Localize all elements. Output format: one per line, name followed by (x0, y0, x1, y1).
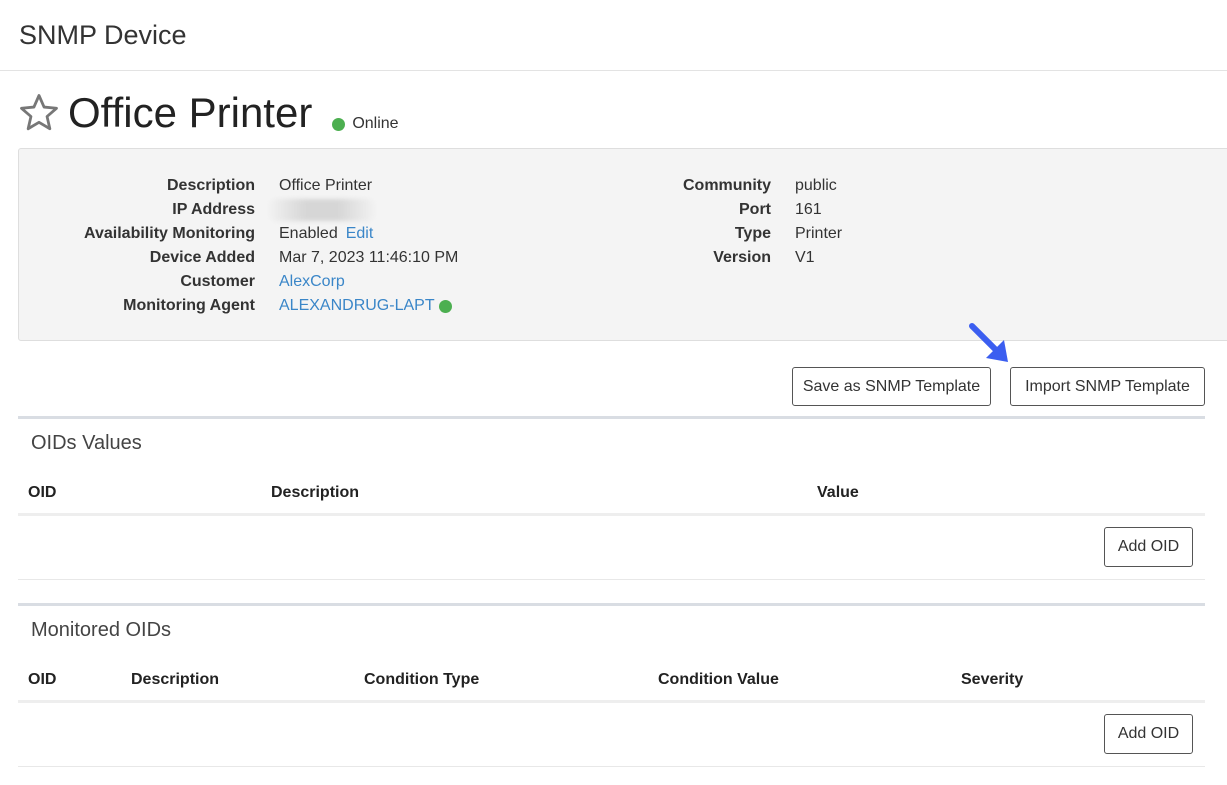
customer-link[interactable]: AlexCorp (279, 273, 345, 291)
detail-row-customer: Customer AlexCorp (19, 270, 458, 294)
detail-value: Printer (795, 225, 843, 242)
detail-row-description: Description Office Printer (19, 174, 458, 198)
detail-row-port: Port 161 (679, 198, 842, 222)
add-monitored-oid-button[interactable]: Add OID (1104, 714, 1193, 754)
detail-key: Type (734, 225, 771, 242)
detail-key: Version (713, 249, 771, 266)
detail-row-ip-address: IP Address (19, 198, 458, 222)
online-status-icon (332, 117, 346, 131)
column-header-condition-type: Condition Type (364, 671, 480, 688)
detail-row-version: Version V1 (679, 246, 842, 270)
add-oid-value-button[interactable]: Add OID (1104, 527, 1193, 567)
star-icon[interactable] (18, 92, 60, 134)
detail-value: Mar 7, 2023 11:46:10 PM (279, 249, 459, 266)
redacted-ip-value (267, 199, 377, 221)
device-heading: Office Printer Online (18, 88, 399, 138)
oids-values-card: OIDs Values OID Description Value Add OI… (18, 416, 1205, 580)
detail-value: public (795, 177, 837, 194)
monitored-oids-title: Monitored OIDs (31, 619, 172, 641)
save-as-snmp-template-button[interactable]: Save as SNMP Template (792, 367, 991, 406)
status-text: Online (352, 115, 399, 132)
import-snmp-template-button[interactable]: Import SNMP Template (1010, 367, 1205, 406)
details-left-column: Description Office Printer IP Address Av… (19, 174, 458, 318)
device-details-panel: Description Office Printer IP Address Av… (18, 148, 1227, 341)
column-header-condition-value: Condition Value (658, 671, 779, 688)
agent-online-icon (438, 299, 452, 313)
arrow-icon (969, 323, 1008, 362)
detail-value (267, 199, 377, 221)
detail-key: IP Address (172, 201, 255, 218)
monitored-oids-table-header: OID Description Condition Type Condition… (18, 663, 1205, 703)
oids-values-title: OIDs Values (31, 432, 142, 454)
detail-key: Port (739, 201, 771, 218)
page-header: SNMP Device (0, 0, 1227, 71)
detail-row-device-added: Device Added Mar 7, 2023 11:46:10 PM (19, 246, 459, 270)
column-header-description: Description (271, 484, 360, 501)
detail-value: AlexCorp (279, 273, 345, 291)
page-title: SNMP Device (19, 20, 187, 50)
column-header-oid: OID (28, 484, 57, 501)
column-header-oid: OID (28, 671, 57, 688)
detail-value: Enabled Edit (279, 225, 373, 243)
detail-key: Description (166, 177, 255, 194)
detail-value: Office Printer (279, 177, 373, 194)
detail-row-monitoring-agent: Monitoring Agent ALEXANDRUG-LAPT (19, 294, 458, 318)
detail-row-availability: Availability Monitoring Enabled Edit (19, 222, 458, 246)
details-right-column: Community public Port 161 Type Printer V… (679, 174, 842, 270)
column-header-value: Value (817, 484, 859, 501)
detail-row-type: Type Printer (679, 222, 842, 246)
status-badge: Online (332, 115, 399, 133)
detail-key: Availability Monitoring (84, 225, 255, 242)
column-header-severity: Severity (961, 671, 1024, 688)
detail-value: 161 (795, 201, 822, 218)
edit-availability-link[interactable]: Edit (346, 225, 374, 243)
device-name: Office Printer (68, 89, 313, 136)
detail-key: Monitoring Agent (123, 297, 255, 314)
oids-values-table-header: OID Description Value (18, 476, 1205, 516)
monitored-oids-card: Monitored OIDs OID Description Condition… (18, 603, 1205, 767)
column-header-description: Description (131, 671, 220, 688)
detail-key: Device Added (149, 249, 255, 266)
monitoring-agent-link[interactable]: ALEXANDRUG-LAPT (279, 297, 435, 315)
detail-key: Community (683, 177, 771, 194)
detail-key: Customer (180, 273, 255, 290)
availability-status: Enabled (279, 225, 338, 242)
detail-row-community: Community public (679, 174, 842, 198)
detail-value: V1 (795, 249, 815, 266)
detail-value: ALEXANDRUG-LAPT (279, 297, 452, 315)
